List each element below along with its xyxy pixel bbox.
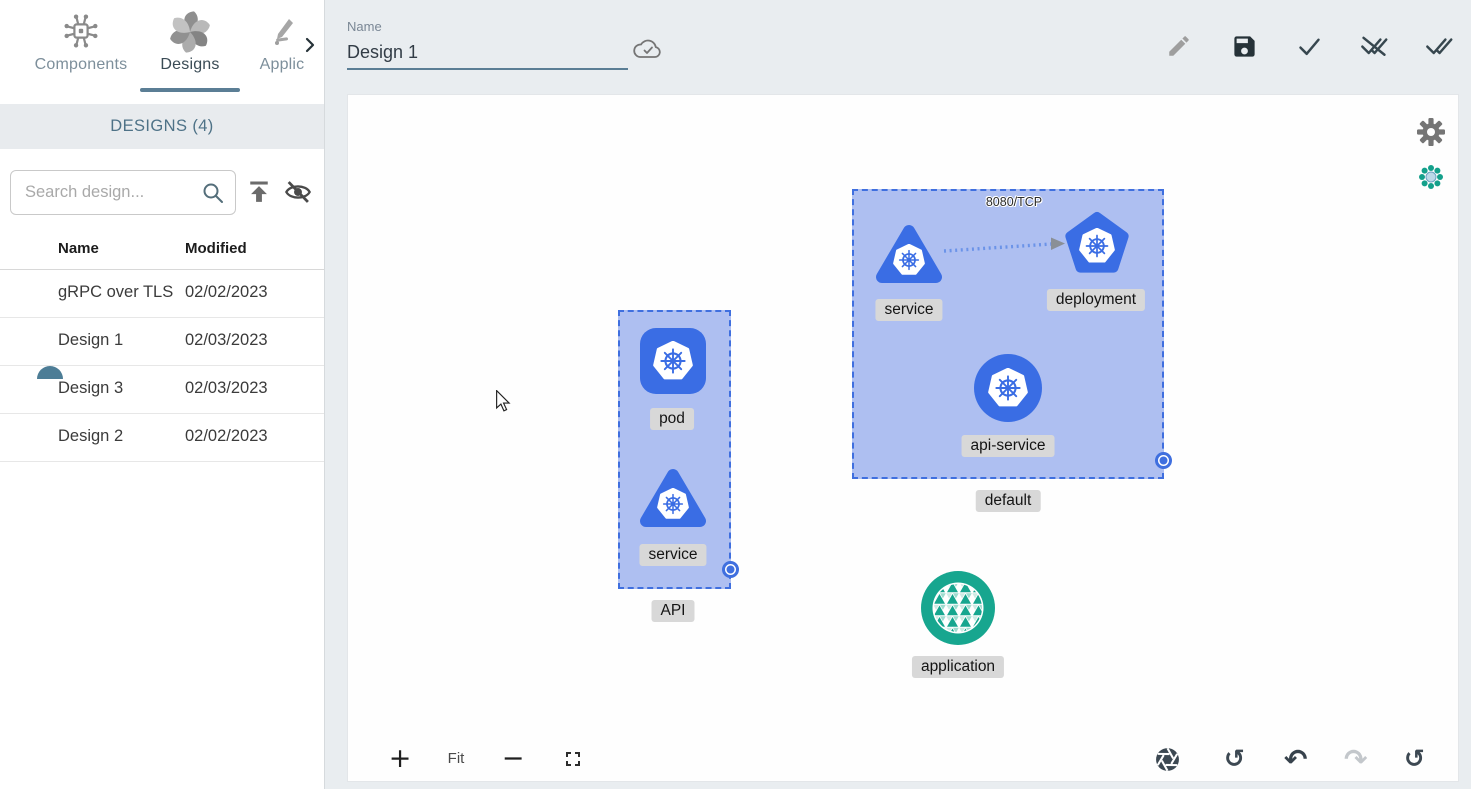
group-api-handle[interactable]: [722, 561, 739, 578]
node-service-api-label: service: [639, 544, 706, 566]
design-modified: 02/03/2023: [185, 379, 268, 398]
column-header-name[interactable]: Name: [58, 240, 99, 257]
design-name: Design 2: [58, 427, 123, 446]
table-header: Name Modified: [0, 230, 324, 270]
design-modified: 02/03/2023: [185, 331, 268, 350]
kubernetes-icon: [657, 488, 689, 520]
design-name: gRPC over TLS: [58, 283, 173, 302]
design-modified: 02/02/2023: [185, 283, 268, 302]
sidebar: Components Designs: [0, 0, 325, 789]
fit-button[interactable]: Fit: [436, 743, 476, 775]
search-icon[interactable]: [201, 181, 225, 210]
node-service-default-label: service: [875, 299, 942, 321]
search-box[interactable]: [10, 170, 236, 215]
undo-button[interactable]: ↶: [1284, 743, 1307, 776]
node-deployment-label: deployment: [1047, 289, 1145, 311]
header-actions: [1163, 30, 1455, 62]
design-name-label: Name: [347, 19, 382, 34]
table-row[interactable]: Design 1 02/03/2023: [0, 318, 324, 366]
deploy-button[interactable]: [1423, 30, 1455, 62]
design-name: Design 3: [58, 379, 123, 398]
mouse-cursor: [494, 390, 512, 412]
design-modified: 02/02/2023: [185, 427, 268, 446]
node-application-label: application: [912, 656, 1004, 678]
kubernetes-icon: [893, 244, 925, 276]
tab-designs[interactable]: Designs: [140, 8, 240, 92]
designs-pinwheel-icon: [140, 8, 240, 56]
kubernetes-icon: [1079, 228, 1115, 264]
tab-applications-label: Applic: [260, 56, 305, 73]
column-header-modified[interactable]: Modified: [185, 240, 247, 257]
canvas-settings-gear-icon[interactable]: [1416, 117, 1446, 152]
redo-button[interactable]: ↷: [1344, 743, 1367, 776]
tab-designs-label: Designs: [160, 56, 219, 73]
visibility-off-icon[interactable]: [281, 175, 315, 209]
kubernetes-icon: [653, 341, 693, 381]
search-row: [0, 168, 324, 218]
panel-title: DESIGNS (4): [0, 104, 324, 149]
node-application[interactable]: [920, 570, 996, 646]
edge-port-label: 8080/TCP: [986, 195, 1042, 209]
group-default-handle[interactable]: [1155, 452, 1172, 469]
save-button[interactable]: [1228, 30, 1260, 62]
design-name: Design 1: [58, 331, 123, 350]
node-api-service[interactable]: [974, 354, 1042, 422]
edit-button[interactable]: [1163, 30, 1195, 62]
validate-button[interactable]: [1293, 30, 1325, 62]
table-row[interactable]: gRPC over TLS 02/02/2023: [0, 270, 324, 318]
canvas-toolbar: + Fit −: [348, 743, 1458, 783]
node-pod-label: pod: [650, 408, 694, 430]
refresh-layout-button[interactable]: ↺: [1224, 744, 1245, 773]
group-default-label: default: [976, 490, 1041, 512]
table-row[interactable]: Design 2 02/02/2023: [0, 414, 324, 462]
kubernetes-icon: [988, 368, 1028, 408]
screenshot-aperture-button[interactable]: [1154, 746, 1181, 778]
zoom-out-button[interactable]: −: [499, 743, 527, 775]
node-pod[interactable]: [640, 328, 706, 394]
edge-service-deployment[interactable]: [938, 231, 1078, 261]
upload-design-button[interactable]: [242, 175, 276, 209]
node-service-default[interactable]: [873, 222, 945, 286]
active-tab-underline: [140, 88, 240, 92]
zoom-in-button[interactable]: +: [386, 743, 414, 775]
cloud-saved-icon: [631, 36, 665, 69]
chevron-right-icon[interactable]: [302, 34, 320, 58]
tab-components[interactable]: Components: [20, 8, 142, 92]
sidebar-tabs: Components Designs: [0, 0, 324, 104]
search-input[interactable]: [25, 171, 195, 214]
node-api-service-label: api-service: [962, 435, 1055, 457]
node-service-api[interactable]: [637, 466, 709, 530]
main-header: Name: [325, 0, 1471, 94]
kubernetes-context-icon[interactable]: [1418, 164, 1444, 195]
design-canvas[interactable]: default API 8080/TCP pod: [347, 94, 1459, 782]
name-input-underline: [347, 68, 628, 70]
group-api-label: API: [652, 600, 695, 622]
reset-view-button[interactable]: ↺: [1404, 744, 1425, 773]
tab-components-label: Components: [35, 56, 128, 73]
components-icon: [20, 8, 142, 56]
design-name-input[interactable]: [347, 38, 628, 66]
designs-table: Name Modified gRPC over TLS 02/02/2023 D…: [0, 230, 324, 462]
node-deployment[interactable]: [1062, 210, 1132, 276]
fullscreen-button[interactable]: [561, 747, 585, 776]
undeploy-button[interactable]: [1358, 30, 1390, 62]
